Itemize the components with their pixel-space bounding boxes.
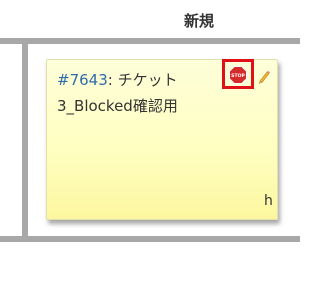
pencil-icon[interactable] bbox=[256, 70, 270, 84]
column-title: 新規 bbox=[184, 12, 215, 30]
column-divider bbox=[22, 44, 28, 236]
ticket-title: #7643: チケット3_Blocked確認用 bbox=[57, 67, 222, 119]
stop-icon-label: STOP bbox=[231, 73, 245, 79]
assignee-label: h bbox=[264, 193, 273, 209]
column-header: 新規 bbox=[0, 0, 300, 38]
column-top-border bbox=[0, 38, 300, 44]
column-bottom-border bbox=[0, 236, 300, 242]
ticket-id-link[interactable]: #7643 bbox=[57, 71, 108, 89]
stop-icon[interactable]: STOP bbox=[229, 66, 247, 84]
ticket-title-separator: : bbox=[107, 71, 118, 89]
